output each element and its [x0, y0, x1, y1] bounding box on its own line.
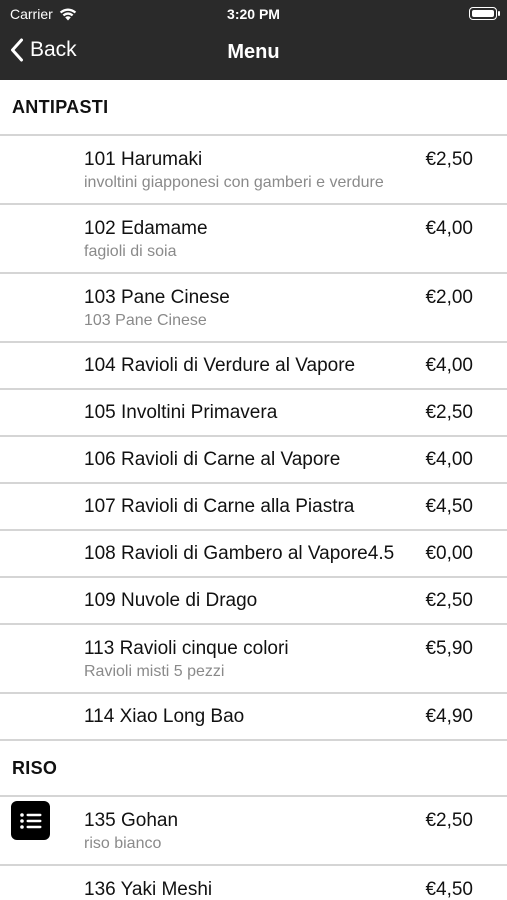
list-icon: [11, 801, 50, 840]
menu-item-104[interactable]: 104 Ravioli di Verdure al Vapore €4,00: [0, 341, 507, 388]
menu-item-103[interactable]: 103 Pane Cinese 103 Pane Cinese €2,00: [0, 272, 507, 341]
item-price: €4,90: [425, 706, 473, 727]
menu-list[interactable]: ANTIPASTI 101 Harumaki involtini giappon…: [0, 80, 507, 900]
menu-item-108[interactable]: 108 Ravioli di Gambero al Vapore4.5 €0,0…: [0, 529, 507, 576]
item-description: 103 Pane Cinese: [84, 312, 207, 329]
item-price: €2,50: [425, 590, 473, 611]
item-price: €2,50: [425, 402, 473, 423]
item-description: riso bianco: [84, 835, 162, 852]
item-price: €4,00: [425, 449, 473, 470]
item-description: fagioli di soia: [84, 243, 177, 260]
item-price: €0,00: [425, 543, 473, 564]
item-price: €5,90: [425, 638, 473, 659]
item-name: 113 Ravioli cinque colori: [84, 638, 289, 659]
menu-item-114[interactable]: 114 Xiao Long Bao €4,90: [0, 692, 507, 739]
item-name: 101 Harumaki: [84, 149, 203, 170]
menu-item-106[interactable]: 106 Ravioli di Carne al Vapore €4,00: [0, 435, 507, 482]
item-name: 105 Involtini Primavera: [84, 402, 278, 423]
top-bar: Carrier 3:20 PM Back Menu: [0, 0, 507, 80]
item-price: €2,50: [425, 149, 473, 170]
battery-icon: [469, 7, 500, 20]
menu-item-107[interactable]: 107 Ravioli di Carne alla Piastra €4,50: [0, 482, 507, 529]
item-price: €2,50: [425, 810, 473, 831]
item-description: involtini giapponesi con gamberi e verdu…: [84, 174, 384, 191]
navigation-bar: Back Menu: [0, 32, 507, 76]
section-header-antipasti: ANTIPASTI: [0, 80, 507, 134]
item-price: €4,00: [425, 218, 473, 239]
menu-item-113[interactable]: 113 Ravioli cinque colori Ravioli misti …: [0, 623, 507, 692]
item-price: €4,00: [425, 355, 473, 376]
item-name: 114 Xiao Long Bao: [84, 706, 245, 727]
menu-item-102[interactable]: 102 Edamame fagioli di soia €4,00: [0, 203, 507, 272]
item-name: 103 Pane Cinese: [84, 287, 230, 308]
item-name: 109 Nuvole di Drago: [84, 590, 258, 611]
page-title: Menu: [227, 41, 280, 63]
item-name: 106 Ravioli di Carne al Vapore: [84, 449, 341, 470]
item-name: 107 Ravioli di Carne alla Piastra: [84, 496, 355, 517]
menu-item-136[interactable]: 136 Yaki Meshi €4,50: [0, 864, 507, 900]
item-price: €2,00: [425, 287, 473, 308]
item-description: Ravioli misti 5 pezzi: [84, 663, 225, 680]
item-name: 104 Ravioli di Verdure al Vapore: [84, 355, 356, 376]
item-price: €4,50: [425, 496, 473, 517]
section-header-riso: RISO: [0, 741, 507, 795]
clock: 3:20 PM: [227, 6, 280, 22]
item-name: 102 Edamame: [84, 218, 208, 239]
status-bar: Carrier 3:20 PM: [0, 0, 507, 28]
menu-item-109[interactable]: 109 Nuvole di Drago €2,50: [0, 576, 507, 623]
menu-item-135[interactable]: 135 Gohan riso bianco €2,50: [0, 795, 507, 864]
item-price: €4,50: [425, 879, 473, 900]
item-name: 136 Yaki Meshi: [84, 879, 213, 900]
menu-item-101[interactable]: 101 Harumaki involtini giapponesi con ga…: [0, 134, 507, 203]
item-name: 108 Ravioli di Gambero al Vapore4.5: [84, 543, 395, 564]
menu-item-105[interactable]: 105 Involtini Primavera €2,50: [0, 388, 507, 435]
item-name: 135 Gohan: [84, 810, 179, 831]
